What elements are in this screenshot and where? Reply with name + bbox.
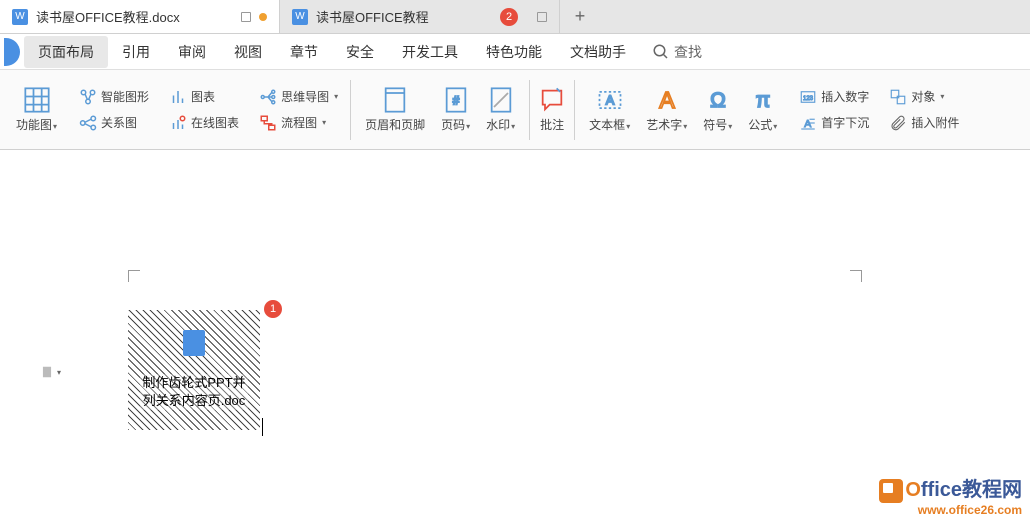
chart-button[interactable]: 图表 [165,86,243,108]
number-icon: 123 [799,88,817,106]
object-button[interactable]: 对象▾ [885,86,963,108]
menu-special[interactable]: 特色功能 [472,36,556,68]
text-cursor [262,418,263,436]
symbol-button[interactable]: Ω符号▾ [697,84,738,135]
insert-number-button[interactable]: 123插入数字 [795,86,873,108]
svg-text:#: # [452,95,459,108]
search-label: 查找 [674,42,702,62]
symbol-icon: Ω [704,86,732,114]
bar-chart-icon [169,88,187,106]
mindmap-button[interactable]: 思维导图▾ [255,86,342,108]
pin-icon[interactable] [241,12,251,22]
relation-chart-button[interactable]: 关系图 [75,112,153,134]
word-doc-icon [183,330,205,356]
app-menu-icon[interactable] [4,38,20,66]
page-icon [40,365,54,379]
wordart-icon: A [653,86,681,114]
svg-text:123: 123 [803,96,814,102]
comment-button[interactable]: 批注 [532,84,572,135]
tab-title: 读书屋OFFICE教程 [316,7,529,26]
object-icon [889,88,907,106]
menu-view[interactable]: 视图 [220,36,276,68]
margin-corner-icon [128,270,140,282]
menu-section[interactable]: 章节 [276,36,332,68]
embedded-filename: 制作齿轮式PPT并列关系内容页.doc [140,374,247,410]
flowchart-icon [259,114,277,132]
svg-text:A: A [605,93,614,108]
dropcap-button[interactable]: A首字下沉 [795,112,873,134]
annotation-badge-2: 2 [500,8,518,26]
menu-page-layout[interactable]: 页面布局 [24,36,108,68]
smart-icon [79,88,97,106]
watermark-button[interactable]: 水印▾ [480,84,521,135]
pagenum-icon: # [442,86,470,114]
document-canvas[interactable]: ▾ 制作齿轮式PPT并列关系内容页.doc [0,150,1030,520]
header-footer-button[interactable]: 页眉和页脚 [359,84,431,135]
pin-icon[interactable] [537,12,547,22]
office-logo-icon [879,479,903,503]
tab-title: 读书屋OFFICE教程.docx [36,7,233,26]
site-url: www.office26.com [879,503,1022,517]
word-doc-icon: W [12,9,28,25]
svg-text:A: A [659,87,675,113]
separator [529,80,530,140]
flowchart-button[interactable]: 流程图▾ [255,112,342,134]
wordart-button[interactable]: A艺术字▾ [640,84,693,135]
menu-security[interactable]: 安全 [332,36,388,68]
section-handle[interactable]: ▾ [40,365,61,379]
word-doc-icon: W [292,9,308,25]
relation-icon [79,114,97,132]
page-number-button[interactable]: #页码▾ [435,84,476,135]
online-chart-button[interactable]: 在线图表 [165,112,243,134]
formula-icon: π [749,86,777,114]
paperclip-icon [889,114,907,132]
svg-text:Ω: Ω [710,89,726,112]
menu-developer[interactable]: 开发工具 [388,36,472,68]
new-tab-button[interactable]: + [560,0,600,33]
annotation-badge-1: 1 [264,300,282,318]
embedded-document[interactable]: 制作齿轮式PPT并列关系内容页.doc [128,310,260,430]
dropcap-icon: A [799,114,817,132]
menu-review[interactable]: 审阅 [164,36,220,68]
tab-doc2[interactable]: W 读书屋OFFICE教程 [280,0,560,33]
comment-icon [538,86,566,114]
separator [574,80,575,140]
modified-dot-icon [259,13,267,21]
site-watermark: Office教程网 www.office26.com [879,473,1022,517]
attachment-button[interactable]: 插入附件 [885,112,963,134]
formula-button[interactable]: π公式▾ [742,84,783,135]
feature-chart-button[interactable]: 功能图▾ [10,84,63,135]
textbox-icon: A [596,86,624,114]
tab-doc1[interactable]: W 读书屋OFFICE教程.docx [0,0,280,33]
online-chart-icon [169,114,187,132]
grid-icon [23,86,51,114]
watermark-icon [487,86,515,114]
menu-assistant[interactable]: 文档助手 [556,36,640,68]
chevron-down-icon: ▾ [57,368,61,377]
separator [350,80,351,140]
menu-references[interactable]: 引用 [108,36,164,68]
svg-text:π: π [756,89,771,112]
margin-corner-icon [850,270,862,282]
smart-graphic-button[interactable]: 智能图形 [75,86,153,108]
menu-bar: 页面布局 引用 审阅 视图 章节 安全 开发工具 特色功能 文档助手 查找 [0,34,1030,70]
textbox-button[interactable]: A文本框▾ [583,84,636,135]
ribbon-toolbar: 功能图▾ 智能图形 关系图 图表 在线图表 思维导图▾ 流程图▾ 页眉和页脚 #… [0,70,1030,150]
search-icon [652,43,670,61]
mindmap-icon [259,88,277,106]
header-icon [381,86,409,114]
search-button[interactable]: 查找 [640,36,714,68]
